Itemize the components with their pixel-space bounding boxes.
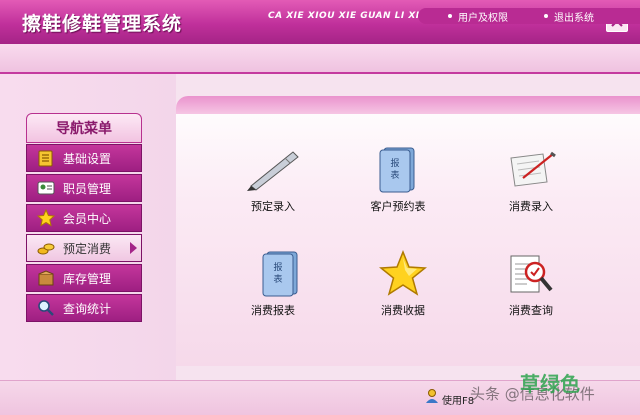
tile-consumption-query[interactable]: 消费查询 <box>476 250 586 330</box>
tile-label: 消费查询 <box>509 304 553 317</box>
tile-label: 消费录入 <box>509 200 553 213</box>
document-search-icon <box>503 250 559 298</box>
report-book-icon: 报 表 <box>370 146 426 194</box>
nav-item-reservation[interactable]: 预定消费 <box>26 234 142 262</box>
tile-label: 消费报表 <box>251 304 295 317</box>
user-icon <box>424 388 440 408</box>
nav-item-inventory[interactable]: 库存管理 <box>26 264 142 292</box>
pen-icon <box>245 146 301 194</box>
tile-consumption-report[interactable]: 报 表 消费报表 <box>218 250 328 330</box>
exit-label: 退出系统 <box>554 12 594 24</box>
chevron-right-icon <box>130 242 137 254</box>
nav-header: 导航菜单 <box>26 113 142 143</box>
coins-icon <box>37 239 55 257</box>
magnifier-icon <box>37 299 55 317</box>
gold-star-icon <box>375 250 431 298</box>
tile-consumption-entry[interactable]: 消费录入 <box>476 146 586 226</box>
nav-item-label: 查询统计 <box>63 301 112 316</box>
nav-item-label: 基础设置 <box>63 151 112 166</box>
staff-card-icon <box>37 179 55 197</box>
nav-item-query-stats[interactable]: 查询统计 <box>26 294 142 322</box>
nav-item-label: 预定消费 <box>63 241 112 256</box>
tile-label: 客户预约表 <box>370 200 426 213</box>
tile-customer-booking-table[interactable]: 报 表 客户预约表 <box>343 146 453 226</box>
box-icon <box>37 269 55 287</box>
toolbar <box>0 44 640 74</box>
nav-item-staff[interactable]: 职员管理 <box>26 174 142 202</box>
report-text-top: 报 <box>390 157 399 169</box>
nav-item-label: 库存管理 <box>63 271 112 286</box>
report-text-top: 报 <box>273 261 282 273</box>
exit-link[interactable]: 退出系统 <box>544 8 594 24</box>
nav-item-label: 职员管理 <box>63 181 112 196</box>
bullet-icon <box>448 14 452 18</box>
nav-item-label: 会员中心 <box>63 211 112 226</box>
star-icon <box>37 209 55 227</box>
tile-label: 预定录入 <box>251 200 295 213</box>
tile-label: 消费收据 <box>381 304 425 317</box>
report-text-bottom: 表 <box>390 169 399 181</box>
nav-item-member-center[interactable]: 会员中心 <box>26 204 142 232</box>
main-panel-header <box>176 96 640 114</box>
user-rights-link[interactable]: 用户及权限 <box>448 8 508 24</box>
tile-consumption-receipt[interactable]: 消费收据 <box>348 250 458 330</box>
report-text-bottom: 表 <box>273 273 282 285</box>
app-title: 擦鞋修鞋管理系统 <box>22 13 183 35</box>
user-rights-label: 用户及权限 <box>458 12 508 24</box>
bullet-icon <box>544 14 548 18</box>
scroll-pen-icon <box>503 146 559 194</box>
settings-book-icon <box>37 149 55 167</box>
nav-item-basic-settings[interactable]: 基础设置 <box>26 144 142 172</box>
report-book-icon: 报 表 <box>245 250 301 298</box>
watermark-logo: 草绿色 <box>520 372 580 396</box>
tile-reservation-entry[interactable]: 预定录入 <box>218 146 328 226</box>
